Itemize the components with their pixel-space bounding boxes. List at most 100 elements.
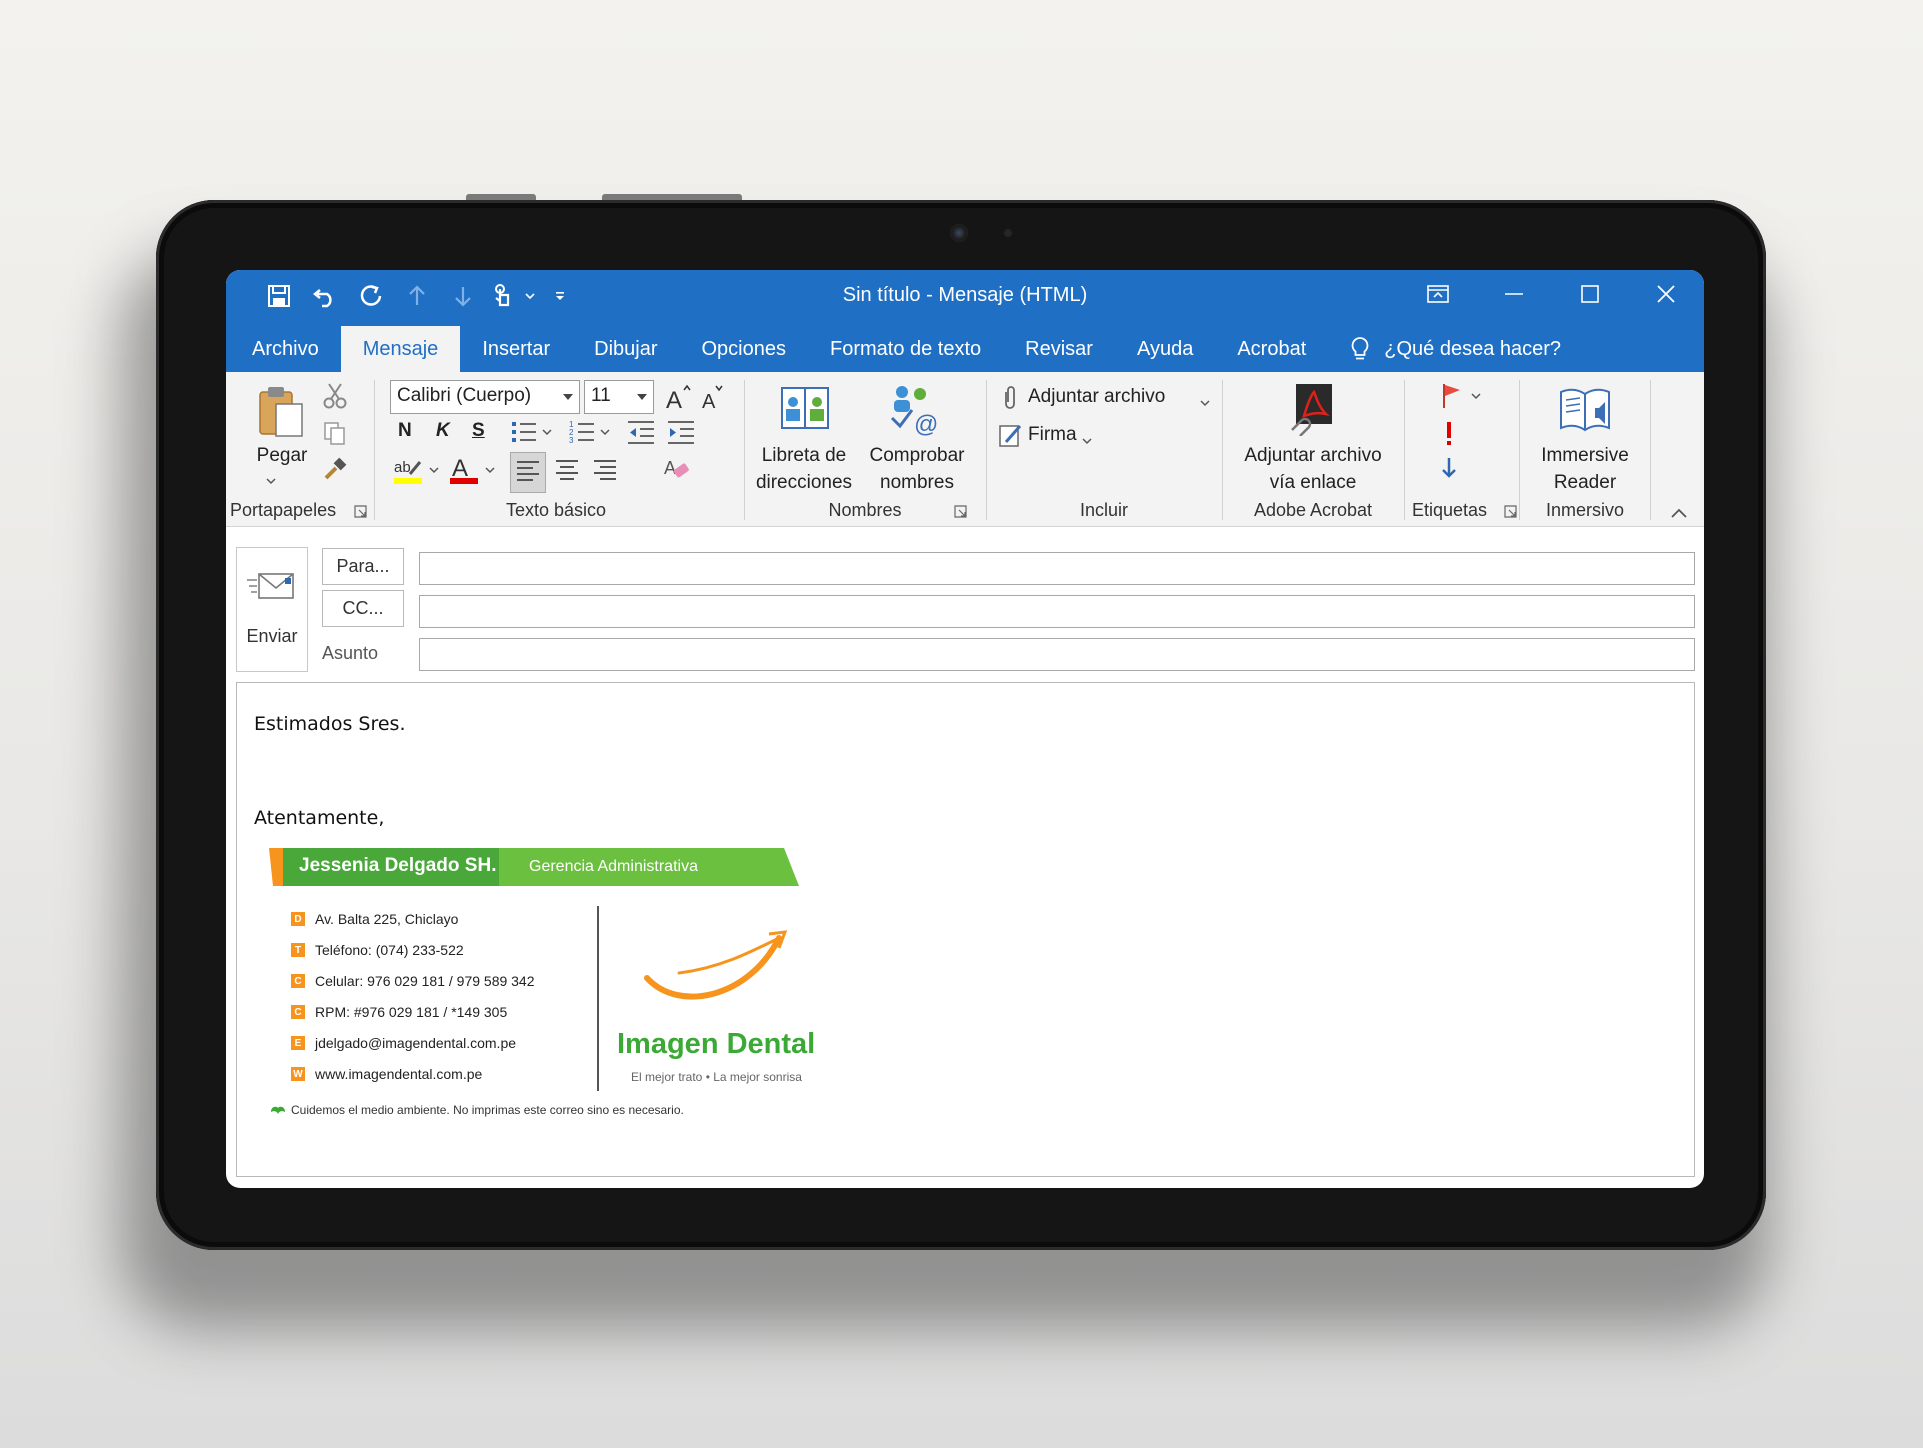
tell-me-search[interactable]: ¿Qué desea hacer?: [1350, 326, 1561, 372]
group-label-portapapeles: Portapapeles: [230, 500, 337, 520]
cut-icon[interactable]: [322, 382, 348, 415]
to-button[interactable]: Para...: [322, 548, 404, 585]
message-body[interactable]: Estimados Sres. Atentamente, Jessenia De…: [236, 682, 1695, 1177]
phone-text: Teléfono: (074) 233-522: [315, 942, 464, 958]
signature-email: E jdelgado@imagendental.com.pe: [291, 1035, 516, 1051]
format-painter-icon[interactable]: [322, 456, 348, 487]
svg-text:@: @: [914, 411, 938, 436]
font-size-value: 11: [591, 385, 611, 406]
svg-text:A: A: [452, 455, 468, 482]
highlight-icon[interactable]: ab: [392, 454, 442, 493]
dialog-launcher-icon[interactable]: [1504, 505, 1517, 518]
to-field[interactable]: [419, 552, 1695, 585]
address-book-button[interactable]: Libreta de direcciones: [754, 442, 854, 496]
address-book-label-2: direcciones: [755, 472, 853, 493]
rpm-badge-icon: C: [291, 1005, 305, 1019]
closing-text: Atentamente,: [254, 807, 385, 829]
tab-dibujar[interactable]: Dibujar: [572, 326, 679, 372]
grow-font-icon[interactable]: A: [664, 382, 694, 417]
chevron-down-icon[interactable]: [1200, 394, 1210, 412]
paperclip-icon: [1000, 384, 1020, 417]
signature-role: Gerencia Administrativa: [529, 858, 698, 875]
font-size-combo[interactable]: 11: [584, 380, 654, 414]
signature-address: D Av. Balta 225, Chiclayo: [291, 911, 458, 927]
tab-acrobat[interactable]: Acrobat: [1215, 326, 1328, 372]
close-icon[interactable]: [1628, 270, 1704, 318]
check-names-icon[interactable]: @: [886, 382, 942, 441]
dialog-launcher-icon[interactable]: [354, 505, 367, 518]
signature-website: W www.imagendental.com.pe: [291, 1066, 482, 1082]
cc-button[interactable]: CC...: [322, 590, 404, 627]
email-link[interactable]: jdelgado@imagendental.com.pe: [315, 1035, 516, 1051]
signature-button[interactable]: Firma: [1028, 424, 1077, 446]
group-nombres: Libreta de direcciones @ Comprobar nombr…: [746, 372, 984, 527]
brand-slogan: El mejor trato • La mejor sonrisa: [631, 1070, 802, 1084]
acrobat-attach-button[interactable]: Adjuntar archivo vía enlace: [1230, 442, 1396, 496]
copy-icon[interactable]: [322, 420, 348, 451]
minimize-icon[interactable]: [1476, 270, 1552, 318]
align-right-icon[interactable]: [588, 452, 622, 491]
group-label-inmersivo: Inmersivo: [1545, 500, 1625, 520]
bold-button[interactable]: N: [398, 420, 412, 442]
check-names-button[interactable]: Comprobar nombres: [860, 442, 974, 496]
group-label-etiquetas: Etiquetas: [1412, 500, 1488, 520]
acrobat-attach-label-2: vía enlace: [1269, 472, 1357, 493]
low-importance-icon[interactable]: [1440, 456, 1458, 485]
check-names-label-2: nombres: [880, 472, 954, 493]
group-label-adobe-acrobat: Adobe Acrobat: [1253, 500, 1373, 520]
bullets-icon[interactable]: [510, 418, 554, 451]
tab-formato-de-texto[interactable]: Formato de texto: [808, 326, 1003, 372]
greeting-text: Estimados Sres.: [254, 713, 406, 735]
send-button[interactable]: Enviar: [236, 547, 308, 672]
svg-text:ab: ab: [394, 459, 411, 476]
tab-revisar[interactable]: Revisar: [1003, 326, 1115, 372]
numbering-icon[interactable]: 123: [568, 418, 612, 451]
tab-mensaje[interactable]: Mensaje: [340, 326, 461, 372]
cc-field[interactable]: [419, 595, 1695, 628]
paste-button[interactable]: Pegar: [242, 442, 322, 469]
send-icon: [247, 573, 294, 599]
font-color-icon[interactable]: A: [448, 454, 498, 493]
brand-logo-text: Imagen Dental: [617, 1028, 816, 1060]
increase-indent-icon[interactable]: [666, 418, 696, 451]
group-inmersivo: Immersive Reader Inmersivo: [1521, 372, 1649, 527]
signature-icon: [998, 422, 1024, 455]
subject-label: Asunto: [322, 643, 379, 663]
immersive-reader-button[interactable]: Immersive Reader: [1525, 442, 1645, 496]
address-book-icon[interactable]: [778, 384, 832, 439]
group-label-incluir: Incluir: [1079, 500, 1128, 520]
title-bar: Sin título - Mensaje (HTML): [226, 270, 1704, 322]
tab-opciones[interactable]: Opciones: [679, 326, 808, 372]
align-center-icon[interactable]: [550, 452, 584, 491]
immersive-reader-icon[interactable]: [1557, 384, 1613, 441]
shrink-font-icon[interactable]: A: [698, 382, 728, 417]
collapse-ribbon-icon[interactable]: [1670, 506, 1688, 524]
email-badge-icon: E: [291, 1036, 305, 1050]
immersive-reader-label-1: Immersive: [1541, 445, 1629, 466]
italic-button[interactable]: K: [436, 420, 450, 442]
acrobat-attach-icon[interactable]: [1286, 382, 1338, 441]
chevron-down-icon[interactable]: [266, 472, 276, 490]
font-name-combo[interactable]: Calibri (Cuerpo): [390, 380, 580, 414]
tab-insertar[interactable]: Insertar: [460, 326, 572, 372]
eco-note-text: Cuidemos el medio ambiente. No imprimas …: [291, 1103, 684, 1117]
maximize-icon[interactable]: [1552, 270, 1628, 318]
underline-button[interactable]: S: [472, 420, 485, 442]
high-importance-icon[interactable]: [1442, 420, 1456, 453]
website-link[interactable]: www.imagendental.com.pe: [315, 1066, 482, 1082]
sensor-dot: [1004, 229, 1012, 237]
clear-formatting-icon[interactable]: A: [662, 454, 692, 489]
ribbon-display-icon[interactable]: [1400, 270, 1476, 318]
web-badge-icon: W: [291, 1067, 305, 1081]
tab-archivo[interactable]: Archivo: [230, 326, 341, 372]
check-names-label-1: Comprobar: [869, 445, 965, 466]
chevron-down-icon[interactable]: [1082, 432, 1092, 450]
decrease-indent-icon[interactable]: [626, 418, 656, 451]
phone-badge-icon: T: [291, 943, 305, 957]
attach-file-button[interactable]: Adjuntar archivo: [1028, 386, 1165, 408]
align-left-icon[interactable]: [510, 452, 546, 493]
tab-ayuda[interactable]: Ayuda: [1115, 326, 1215, 372]
subject-field[interactable]: [419, 638, 1695, 671]
paste-icon[interactable]: [256, 384, 306, 445]
flag-icon[interactable]: [1440, 382, 1484, 415]
